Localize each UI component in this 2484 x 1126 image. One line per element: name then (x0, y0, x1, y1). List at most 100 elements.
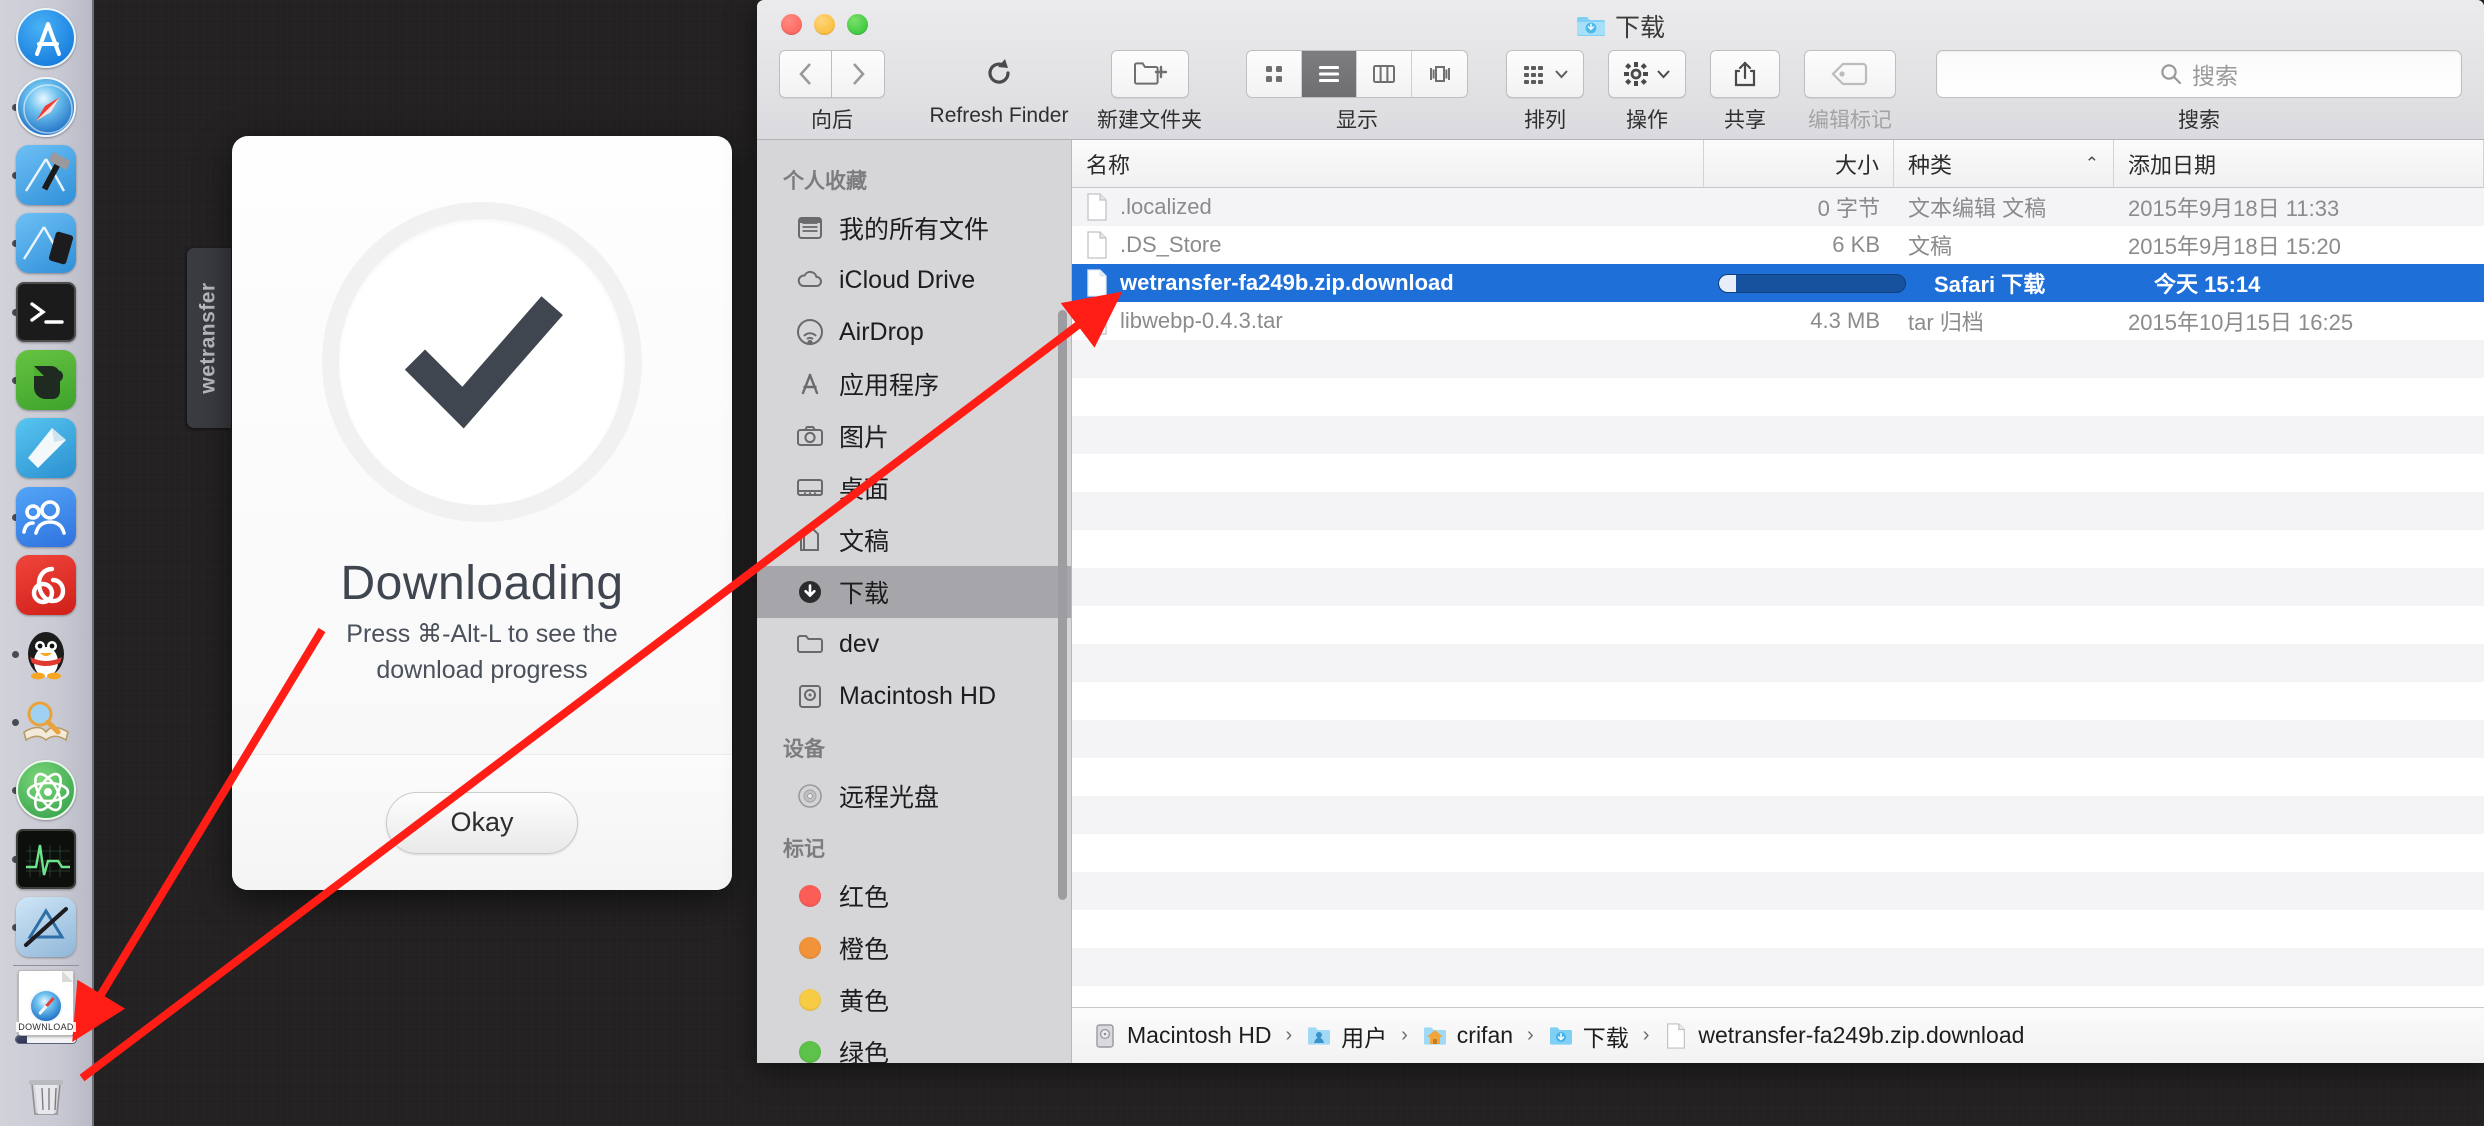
breadcrumb-macintosh-hd[interactable]: Macintosh HD (1092, 1022, 1271, 1049)
table-row[interactable]: libwebp-0.4.3.tar 4.3 MB tar 归档 2015年10月… (1072, 302, 2484, 340)
column-header-name[interactable]: 名称 (1072, 140, 1704, 187)
cell-kind: 文本编辑 文稿 (1894, 191, 2114, 223)
path-separator: › (1643, 1024, 1650, 1047)
breadcrumb-file[interactable]: wetransfer-fa249b.zip.download (1663, 1022, 2024, 1049)
sidebar-scrollbar[interactable] (1058, 310, 1067, 900)
dock-item-sketch[interactable] (0, 414, 93, 482)
okay-button[interactable]: Okay (386, 792, 578, 854)
dock-item-xcode[interactable] (0, 141, 93, 209)
table-row-selected[interactable]: wetransfer-fa249b.zip.download Safari 下载… (1072, 264, 2484, 302)
table-row-empty (1072, 986, 2484, 1007)
sidebar-item-documents[interactable]: 文稿 (757, 514, 1071, 566)
breadcrumb-crifan[interactable]: crifan (1422, 1022, 1513, 1049)
wetransfer-tab-label: wetransfer (197, 282, 221, 393)
view-mode-segmented-control[interactable] (1246, 50, 1468, 98)
column-headers: 名称 大小 种类 ⌃ 添加日期 (1072, 140, 2484, 188)
breadcrumb-label: wetransfer-fa249b.zip.download (1698, 1022, 2024, 1049)
sidebar-item-airdrop[interactable]: AirDrop (757, 306, 1071, 358)
sidebar-item-tag-orange[interactable]: 橙色 (757, 922, 1071, 974)
refresh-button[interactable] (919, 50, 1079, 98)
table-row[interactable]: .localized 0 字节 文本编辑 文稿 2015年9月18日 11:33 (1072, 188, 2484, 226)
dock-item-safari[interactable] (0, 72, 93, 140)
dock-item-dictionary[interactable] (0, 688, 93, 756)
cell-size: 6 KB (1704, 232, 1894, 258)
back-button[interactable] (779, 50, 832, 98)
new-folder-button[interactable] (1111, 50, 1189, 98)
search-label: 搜索 (2178, 104, 2220, 134)
cell-name: .localized (1072, 193, 1704, 221)
toolbar-search: 搜索 搜索 (1936, 50, 2462, 134)
table-row[interactable]: .DS_Store 6 KB 文稿 2015年9月18日 15:20 (1072, 226, 2484, 264)
dock-item-evernote[interactable] (0, 346, 93, 414)
breadcrumb-label: 下载 (1583, 1019, 1629, 1053)
toolbar-action: 操作 (1608, 50, 1686, 134)
toolbar-refresh: Refresh Finder (919, 50, 1079, 128)
dock-item-users[interactable] (0, 483, 93, 551)
finder-titlebar: 下载 向后 (757, 0, 2484, 140)
breadcrumb-downloads[interactable]: 下载 (1548, 1019, 1629, 1053)
tag-icon (1831, 61, 1869, 87)
edit-tags-button[interactable] (1804, 50, 1896, 98)
graphics-app-icon (16, 897, 76, 957)
dock-item-download-file[interactable]: DOWNLOAD (0, 970, 93, 1057)
dock-item-terminal[interactable] (0, 278, 93, 346)
dock-item-activity-monitor[interactable] (0, 825, 93, 893)
trash-icon (16, 1062, 76, 1122)
column-header-size[interactable]: 大小 (1704, 140, 1894, 187)
forward-button[interactable] (832, 50, 885, 98)
sidebar-item-label: 下载 (839, 574, 889, 610)
sidebar-item-downloads[interactable]: 下载 (757, 566, 1071, 618)
arrange-button[interactable] (1506, 50, 1584, 98)
breadcrumb-users[interactable]: 用户 (1306, 1019, 1387, 1053)
table-row-empty (1072, 948, 2484, 986)
sidebar-item-tag-yellow[interactable]: 黄色 (757, 974, 1071, 1026)
dock-item-graphics-app[interactable] (0, 893, 93, 961)
table-row-empty (1072, 340, 2484, 378)
gear-icon (1623, 61, 1649, 87)
share-button[interactable] (1710, 50, 1780, 98)
dock-item-atom[interactable] (0, 756, 93, 824)
column-view-button[interactable] (1357, 51, 1412, 97)
dock-item-trash[interactable] (0, 1058, 93, 1126)
home-folder-icon (1422, 1023, 1448, 1049)
column-header-kind[interactable]: 种类 ⌃ (1894, 140, 2114, 187)
users-icon (16, 487, 76, 547)
wetransfer-tab[interactable]: wetransfer (187, 248, 231, 428)
action-button[interactable] (1608, 50, 1686, 98)
column-header-date[interactable]: 添加日期 (2114, 140, 2484, 187)
sidebar-item-tag-red[interactable]: 红色 (757, 870, 1071, 922)
icon-view-button[interactable] (1247, 51, 1302, 97)
applications-icon (795, 369, 825, 399)
dock-item-app-store[interactable] (0, 4, 93, 72)
search-input[interactable]: 搜索 (1936, 50, 2462, 98)
dialog-footer: Okay (232, 754, 732, 890)
sidebar-item-macintosh-hd[interactable]: Macintosh HD (757, 670, 1071, 722)
sidebar-item-icloud-drive[interactable]: iCloud Drive (757, 254, 1071, 306)
table-row-empty (1072, 796, 2484, 834)
archive-icon (1086, 307, 1108, 335)
document-icon (1086, 231, 1108, 259)
new-folder-label: 新建文件夹 (1097, 104, 1202, 134)
desktop-icon (795, 473, 825, 503)
column-header-label: 名称 (1086, 148, 1130, 180)
tag-dot-icon (795, 881, 825, 911)
search-icon (2160, 63, 2182, 85)
sidebar-item-all-my-files[interactable]: 我的所有文件 (757, 202, 1071, 254)
sidebar-item-remote-disc[interactable]: 远程光盘 (757, 770, 1071, 822)
sidebar-item-applications[interactable]: 应用程序 (757, 358, 1071, 410)
view-label: 显示 (1336, 104, 1378, 134)
table-row-empty (1072, 568, 2484, 606)
cell-name: libwebp-0.4.3.tar (1072, 307, 1704, 335)
sidebar-item-desktop[interactable]: 桌面 (757, 462, 1071, 514)
toolbar-new-folder: 新建文件夹 (1097, 50, 1202, 134)
dock-item-netease-music[interactable] (0, 551, 93, 619)
dock-item-simulator[interactable] (0, 209, 93, 277)
sidebar-item-pictures[interactable]: 图片 (757, 410, 1071, 462)
dock-item-qq[interactable] (0, 619, 93, 687)
safari-badge-icon (29, 989, 63, 1023)
list-view-button[interactable] (1302, 51, 1357, 97)
dock-download-progress (15, 1035, 77, 1044)
coverflow-view-button[interactable] (1412, 51, 1467, 97)
sidebar-item-tag-green[interactable]: 绿色 (757, 1026, 1071, 1063)
sidebar-item-dev[interactable]: dev (757, 618, 1071, 670)
